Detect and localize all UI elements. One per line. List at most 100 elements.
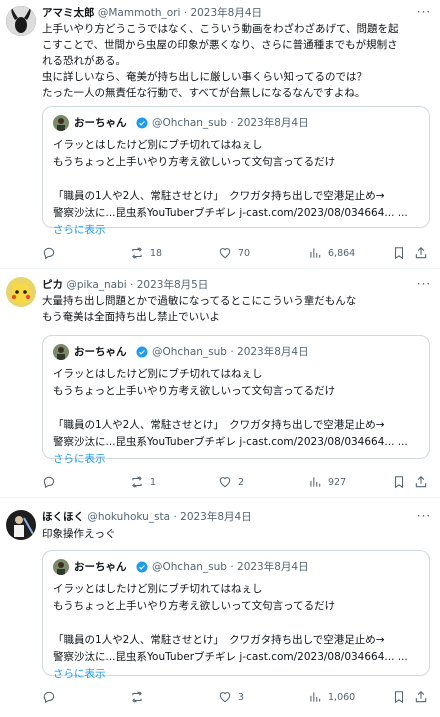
reply-button[interactable] [42,688,62,706]
like-icon [219,477,231,488]
action-bar: 18 70 6,864 [42,244,430,262]
timeline: アマミ太郎 @Mammoth_ori · 2023年8月4日 ··· 上手いやり… [0,0,440,717]
bookmark-button[interactable] [392,473,406,491]
display-name[interactable]: アマミ太郎 [42,7,95,19]
retweet-count: 1 [150,476,157,488]
quoted-tweet[interactable]: おーちゃん @Ohchan_sub · 2023年8月4日 イラッとはしたけど別… [42,335,430,465]
verified-icon [136,561,148,573]
quoted-handle: @Ohchan_sub [152,561,227,573]
tweet[interactable]: ピカ @pika_nabi · 2023年8月5日 ··· 大量持ち出し問題とか… [0,269,440,497]
share-icon [415,476,427,488]
verified-icon [136,117,148,129]
avatar[interactable] [6,6,36,36]
quoted-display-name: おーちゃん [74,561,127,573]
like-count: 3 [238,691,245,703]
more-icon[interactable]: ··· [416,278,432,294]
tweet-text: 上手いやり方どうこうではなく、こういう動画をわざわざあげて、問題を起 こすことで… [42,23,399,99]
quoted-meta: @Ohchan_sub · 2023年8月4日 [152,117,309,129]
retweet-icon [132,476,142,488]
quoted-handle: @Ohchan_sub [152,346,227,358]
like-button[interactable]: 2 [218,473,244,491]
views-count: 1,060 [328,691,356,703]
quoted-text: イラッとはしたけど別にブチ切れてはねぇし もうちょっと上手いやり方考え欲しいって… [53,366,423,468]
display-name[interactable]: ほくほく [42,511,84,523]
bookmark-icon [394,691,404,704]
views-button[interactable]: 927 [308,473,346,491]
tweet[interactable]: アマミ太郎 @Mammoth_ori · 2023年8月4日 ··· 上手いやり… [0,0,440,268]
handle[interactable]: @Mammoth_ori [98,7,181,19]
retweet-button[interactable] [130,688,150,706]
views-icon [310,477,321,487]
show-more-link[interactable]: さらに表示 [53,222,423,239]
bookmark-button[interactable] [392,688,406,706]
tweet-date[interactable]: 2023年8月4日 [190,7,262,19]
quoted-avatar [53,344,69,360]
separator: · [173,511,177,523]
share-icon [415,691,427,703]
quoted-tweet[interactable]: おーちゃん @Ohchan_sub · 2023年8月4日 イラッとはしたけど別… [42,550,430,680]
share-button[interactable] [414,688,428,706]
share-icon [415,247,427,259]
avatar[interactable] [6,510,36,540]
share-button[interactable] [414,244,428,262]
quoted-date: 2023年8月4日 [237,561,309,573]
quoted-meta: @Ohchan_sub · 2023年8月4日 [152,561,309,573]
handle[interactable]: @hokuhoku_sta [87,511,170,523]
like-button[interactable]: 70 [218,244,250,262]
bookmark-icon [394,476,404,489]
show-more-link[interactable]: さらに表示 [53,666,423,683]
views-icon [310,692,321,702]
views-button[interactable]: 6,864 [308,244,355,262]
action-bar: 3 1,060 [42,688,430,706]
quoted-avatar [53,559,69,575]
show-more-link[interactable]: さらに表示 [53,451,423,468]
verified-icon [136,346,148,358]
reply-icon [43,691,55,704]
bookmark-icon [394,247,404,260]
more-icon[interactable]: ··· [416,510,432,526]
more-icon[interactable]: ··· [416,6,432,22]
retweet-icon [132,247,142,259]
bookmark-button[interactable] [392,244,406,262]
tweet-date[interactable]: 2023年8月5日 [137,279,209,291]
retweet-icon [132,691,142,703]
display-name[interactable]: ピカ [42,279,63,291]
action-bar: 1 2 927 [42,473,430,491]
views-count: 6,864 [328,247,356,259]
handle[interactable]: @pika_nabi [66,279,126,291]
quoted-text: イラッとはしたけど別にブチ切れてはねぇし もうちょっと上手いやり方考え欲しいって… [53,137,423,239]
tweet-header: ピカ @pika_nabi · 2023年8月5日 [42,277,410,293]
like-count: 70 [238,247,251,259]
quoted-text: イラッとはしたけど別にブチ切れてはねぇし もうちょっと上手いやり方考え欲しいって… [53,581,423,683]
avatar[interactable] [6,277,36,307]
tweet-text: 大量持ち出し問題とかで過敏になってるとこにこういう輩だもんな もう奄美は全面持ち… [42,295,357,323]
like-icon [219,692,231,703]
quoted-tweet[interactable]: おーちゃん @Ohchan_sub · 2023年8月4日 イラッとはしたけど別… [42,106,430,236]
retweet-button[interactable]: 18 [130,244,162,262]
separator: · [183,7,188,19]
tweet-date[interactable]: 2023年8月4日 [180,511,252,523]
retweet-button[interactable]: 1 [130,473,156,491]
reply-button[interactable] [42,244,62,262]
like-button[interactable]: 3 [218,688,244,706]
tweet-header: アマミ太郎 @Mammoth_ori · 2023年8月4日 [42,5,410,21]
tweet-header: ほくほく @hokuhoku_sta · 2023年8月4日 [42,509,410,525]
quoted-date: 2023年8月4日 [237,117,309,129]
quoted-avatar [53,115,69,131]
like-count: 2 [238,476,245,488]
reply-button[interactable] [42,473,62,491]
views-count: 927 [328,476,347,488]
quoted-handle: @Ohchan_sub [152,117,227,129]
separator: · [130,279,134,291]
retweet-count: 18 [150,247,163,259]
views-icon [310,248,321,258]
quoted-display-name: おーちゃん [74,117,127,129]
tweet[interactable]: ほくほく @hokuhoku_sta · 2023年8月4日 ··· 印象操作え… [0,498,440,717]
views-button[interactable]: 1,060 [308,688,355,706]
tweet-text: 印象操作えっぐ [42,528,116,540]
share-button[interactable] [414,473,428,491]
quoted-display-name: おーちゃん [74,346,127,358]
quoted-date: 2023年8月4日 [237,346,309,358]
reply-icon [43,247,55,260]
like-icon [219,248,231,259]
